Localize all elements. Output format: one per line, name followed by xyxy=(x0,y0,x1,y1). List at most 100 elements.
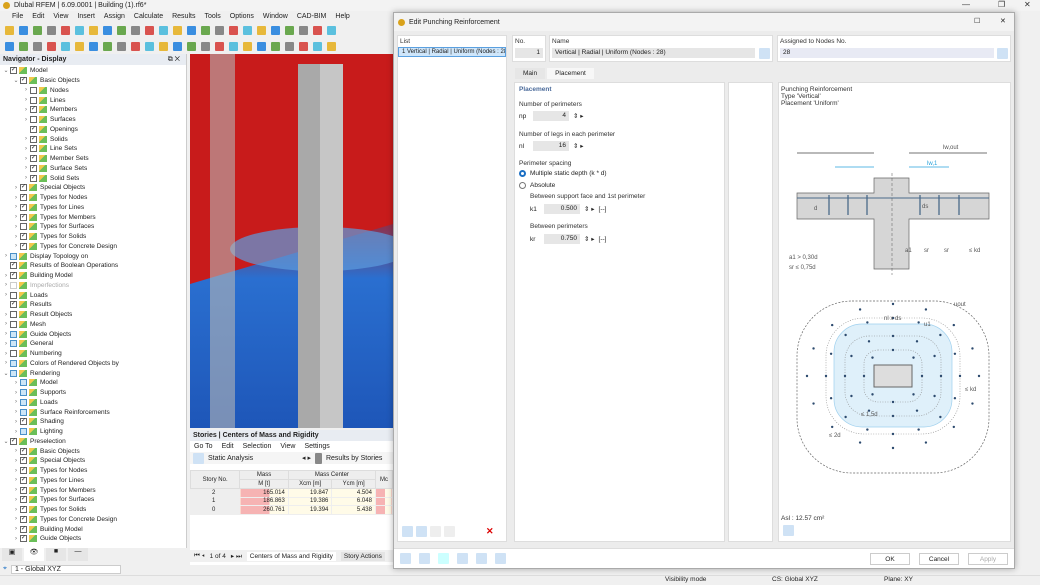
menu-options[interactable]: Options xyxy=(230,13,254,20)
checkbox[interactable] xyxy=(20,389,27,397)
expand-icon[interactable]: › xyxy=(2,341,10,347)
details-icon[interactable] xyxy=(783,525,794,536)
nav-item[interactable]: › ✓ Types for Solids xyxy=(0,232,186,242)
expand-icon[interactable]: › xyxy=(22,175,30,181)
toolbar-button-icon[interactable] xyxy=(215,25,224,35)
nav-item[interactable]: › ✓ Building Model xyxy=(0,524,186,534)
toolbar-button-icon[interactable] xyxy=(285,41,294,51)
toolbar-button-icon[interactable] xyxy=(33,41,42,51)
renumber-icon[interactable] xyxy=(444,526,455,537)
expand-icon[interactable]: › xyxy=(22,156,30,162)
toolbar-button-icon[interactable] xyxy=(117,25,126,35)
minimize-button[interactable]: — xyxy=(962,0,970,9)
expand-icon[interactable]: › xyxy=(12,234,20,240)
dialog-close-button[interactable]: ✕ xyxy=(1000,17,1006,25)
expand-icon[interactable]: › xyxy=(2,360,10,366)
checkbox[interactable]: ✓ xyxy=(10,301,17,309)
checkbox[interactable] xyxy=(10,320,17,328)
checkbox[interactable] xyxy=(10,311,17,319)
menu-tools[interactable]: Tools xyxy=(204,13,220,20)
check-icon[interactable] xyxy=(430,526,441,537)
tab-main[interactable]: Main xyxy=(515,68,546,79)
nl-field[interactable]: 16 xyxy=(533,141,569,151)
checkbox[interactable]: ✓ xyxy=(30,164,37,172)
toolbar-button-icon[interactable] xyxy=(75,25,84,35)
expand-icon[interactable]: › xyxy=(22,165,30,171)
checkbox[interactable]: ✓ xyxy=(20,203,27,211)
expand-icon[interactable]: › xyxy=(2,273,10,279)
nav-item[interactable]: › ✓ Shading xyxy=(0,417,186,427)
expand-icon[interactable]: › xyxy=(12,468,20,474)
toolbar-button-icon[interactable] xyxy=(257,25,266,35)
expand-icon[interactable]: › xyxy=(12,419,20,425)
checkbox[interactable] xyxy=(10,330,17,338)
expand-icon[interactable]: › xyxy=(2,292,10,298)
toolbar-button-icon[interactable] xyxy=(187,25,196,35)
toolbar-button-icon[interactable] xyxy=(173,25,182,35)
checkbox[interactable] xyxy=(10,350,17,358)
status-cs[interactable]: CS: Global XYZ xyxy=(772,576,818,583)
checkbox[interactable]: ✓ xyxy=(10,437,17,445)
toolbar-button-icon[interactable] xyxy=(271,25,280,35)
nav-item[interactable]: › ✓ Members xyxy=(0,105,186,115)
structure-icon[interactable] xyxy=(457,553,468,564)
checkbox[interactable] xyxy=(10,359,17,367)
toolbar-button-icon[interactable] xyxy=(131,41,140,51)
toolbar-button-icon[interactable] xyxy=(131,25,140,35)
no-field[interactable]: 1 xyxy=(515,48,543,58)
menu-file[interactable]: File xyxy=(12,13,23,20)
np-field[interactable]: 4 xyxy=(533,111,569,121)
toolbar-button-icon[interactable] xyxy=(89,25,98,35)
expand-icon[interactable]: › xyxy=(2,321,10,327)
nav-item[interactable]: › Supports xyxy=(0,388,186,398)
kr-field[interactable]: 0.750 xyxy=(544,234,580,244)
expand-icon[interactable]: › xyxy=(12,224,20,230)
checkbox[interactable]: ✓ xyxy=(30,145,37,153)
toolbar-button-icon[interactable] xyxy=(313,41,322,51)
nav-item[interactable]: › ✓ Types for Lines xyxy=(0,203,186,213)
checkbox[interactable]: ✓ xyxy=(20,476,27,484)
nav-item[interactable]: › ✓ Types for Lines xyxy=(0,476,186,486)
checkbox[interactable] xyxy=(30,116,37,124)
toolbar-button-icon[interactable] xyxy=(47,25,56,35)
nav-item[interactable]: › ✓ Building Model xyxy=(0,271,186,281)
expand-icon[interactable]: › xyxy=(12,409,20,415)
expand-icon[interactable]: › xyxy=(12,204,20,210)
tab-display-icon[interactable]: 👁 xyxy=(24,548,44,561)
checkbox[interactable] xyxy=(10,340,17,348)
first-prev-icon[interactable]: ⏮ ◂ xyxy=(194,552,205,560)
nav-item[interactable]: › Loads xyxy=(0,290,186,300)
checkbox[interactable]: ✓ xyxy=(20,184,27,192)
nav-item[interactable]: › Result Objects xyxy=(0,310,186,320)
checkbox[interactable]: ✓ xyxy=(20,506,27,514)
checkbox[interactable] xyxy=(30,96,37,104)
checkbox[interactable]: ✓ xyxy=(20,213,27,221)
nav-item[interactable]: › Guide Objects xyxy=(0,329,186,339)
expand-icon[interactable]: › xyxy=(12,536,20,542)
menu-calculate[interactable]: Calculate xyxy=(134,13,163,20)
nav-item[interactable]: › Surfaces xyxy=(0,115,186,125)
toolbar-button-icon[interactable] xyxy=(103,25,112,35)
checkbox[interactable]: ✓ xyxy=(20,242,27,250)
tab-centers-of-mass[interactable]: Centers of Mass and Rigidity xyxy=(246,551,336,561)
nav-item[interactable]: › ✓ Types for Members xyxy=(0,485,186,495)
nav-item[interactable]: › General xyxy=(0,339,186,349)
copy-item-icon[interactable] xyxy=(416,526,427,537)
toolbar-button-icon[interactable] xyxy=(243,41,252,51)
expand-icon[interactable]: › xyxy=(22,146,30,152)
toolbar-button-icon[interactable] xyxy=(285,25,294,35)
tab-data-icon[interactable]: ▣ xyxy=(2,548,22,561)
expand-icon[interactable]: › xyxy=(12,458,20,464)
checkbox[interactable] xyxy=(10,369,17,377)
toolbar-button-icon[interactable] xyxy=(299,41,308,51)
nav-item[interactable]: › Mesh xyxy=(0,320,186,330)
tab-results-icon[interactable]: — xyxy=(68,548,88,561)
checkbox[interactable] xyxy=(20,428,27,436)
tab-views-icon[interactable]: ■ xyxy=(46,548,66,561)
nav-item[interactable]: › ✓ Surface Sets xyxy=(0,164,186,174)
expand-icon[interactable]: › xyxy=(12,243,20,249)
nav-item[interactable]: ✓ Results xyxy=(0,300,186,310)
expand-icon[interactable]: › xyxy=(2,351,10,357)
table-menu-item[interactable]: Go To xyxy=(194,441,213,452)
expand-icon[interactable]: › xyxy=(12,497,20,503)
